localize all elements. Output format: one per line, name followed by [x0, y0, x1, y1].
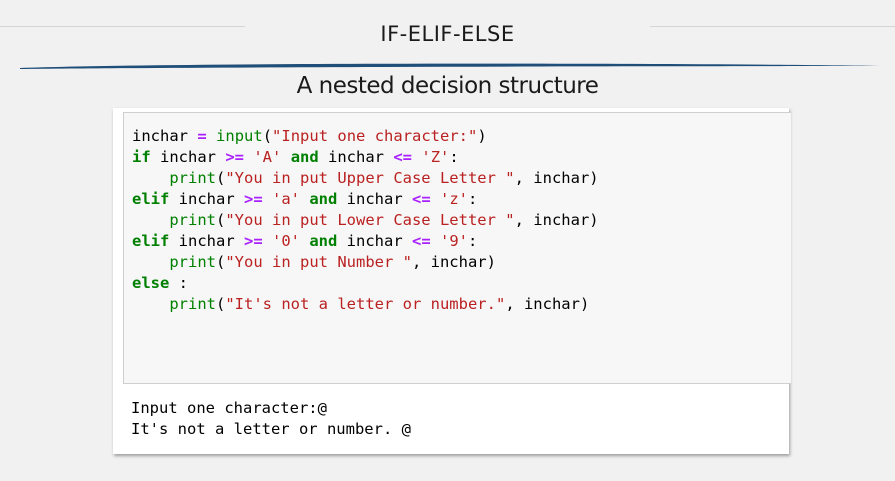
code-token-kw: and: [290, 148, 319, 166]
code-line: else :: [132, 273, 791, 294]
code-token-kw: elif: [132, 190, 170, 208]
code-token: , inchar): [505, 295, 590, 313]
code-token-op: >=: [243, 232, 263, 250]
code-token: :: [449, 148, 459, 166]
code-line: print("It's not a letter or number.", in…: [132, 294, 791, 315]
code-token-str: 'A': [253, 148, 282, 166]
code-token-fn: print: [169, 295, 216, 313]
code-token-fn: print: [169, 211, 216, 229]
code-token-fn: print: [169, 169, 216, 187]
code-token-fn: print: [169, 253, 216, 271]
code-token: inchar: [337, 190, 412, 208]
code-token-op: <=: [393, 148, 413, 166]
slide-subtitle: A nested decision structure: [296, 73, 599, 99]
output-line: Input one character:@: [131, 399, 327, 417]
title-swoosh-divider: [20, 63, 880, 69]
code-token: (: [262, 127, 273, 145]
slide-title: IF-ELIF-ELSE: [380, 22, 515, 46]
code-token: (: [216, 169, 226, 187]
code-token: :: [169, 274, 188, 292]
code-line: if inchar >= 'A' and inchar <= 'Z':: [132, 147, 791, 168]
notebook-cell: inchar = input("Input one character:") if…: [113, 108, 791, 454]
code-token-fn: input: [216, 127, 263, 145]
code-token: inchar: [132, 127, 188, 145]
code-line: print("You in put Number ", inchar): [132, 252, 791, 273]
code-token: inchar: [169, 232, 244, 250]
code-token: inchar: [337, 232, 412, 250]
code-token: :: [468, 232, 478, 250]
code-token: ): [477, 127, 487, 145]
code-input-area[interactable]: inchar = input("Input one character:") if…: [123, 112, 791, 384]
code-token-kw: else: [132, 274, 170, 292]
code-token-str: "Input one character:": [272, 127, 478, 145]
code-token: inchar: [150, 148, 226, 166]
code-token: inchar: [318, 148, 394, 166]
code-token-str: "You in put Upper Case Letter ": [225, 169, 515, 187]
code-token-op: =: [197, 127, 207, 145]
code-line: print("You in put Upper Case Letter ", i…: [132, 168, 791, 189]
code-token-str: "It's not a letter or number.": [225, 295, 506, 313]
code-token-str: '9': [440, 232, 469, 250]
code-block: inchar = input("Input one character:") if…: [124, 113, 791, 315]
code-token: (: [216, 211, 226, 229]
code-line: elif inchar >= 'a' and inchar <= 'z':: [132, 189, 791, 210]
code-token-op: >=: [225, 148, 244, 166]
output-area: Input one character:@ It's not a letter o…: [123, 398, 791, 440]
output-line: It's not a letter or number. @: [131, 420, 411, 438]
code-token-kw: and: [309, 190, 338, 208]
code-token: , inchar): [514, 211, 599, 229]
code-token-op: <=: [412, 232, 431, 250]
code-token-op: >=: [243, 190, 263, 208]
code-token: , inchar): [411, 253, 496, 271]
code-token-kw: if: [132, 148, 151, 166]
code-token-kw: and: [309, 232, 338, 250]
code-token: (: [216, 253, 226, 271]
code-token-str: 'Z': [421, 148, 450, 166]
code-token-str: 'z': [440, 190, 469, 208]
code-token-str: '0': [272, 232, 300, 250]
code-line: inchar = input("Input one character:"): [132, 126, 791, 147]
code-token-op: <=: [412, 190, 431, 208]
code-line: print("You in put Lower Case Letter ", i…: [132, 210, 791, 231]
code-token: , inchar): [514, 169, 599, 187]
code-token-kw: elif: [132, 232, 170, 250]
code-line: elif inchar >= '0' and inchar <= '9':: [132, 231, 791, 252]
code-token-str: "You in put Number ": [225, 253, 412, 271]
code-token-str: 'a': [272, 190, 300, 208]
code-token: inchar: [169, 190, 244, 208]
code-token-str: "You in put Lower Case Letter ": [225, 211, 515, 229]
code-token: :: [468, 190, 478, 208]
code-token: (: [216, 295, 226, 313]
